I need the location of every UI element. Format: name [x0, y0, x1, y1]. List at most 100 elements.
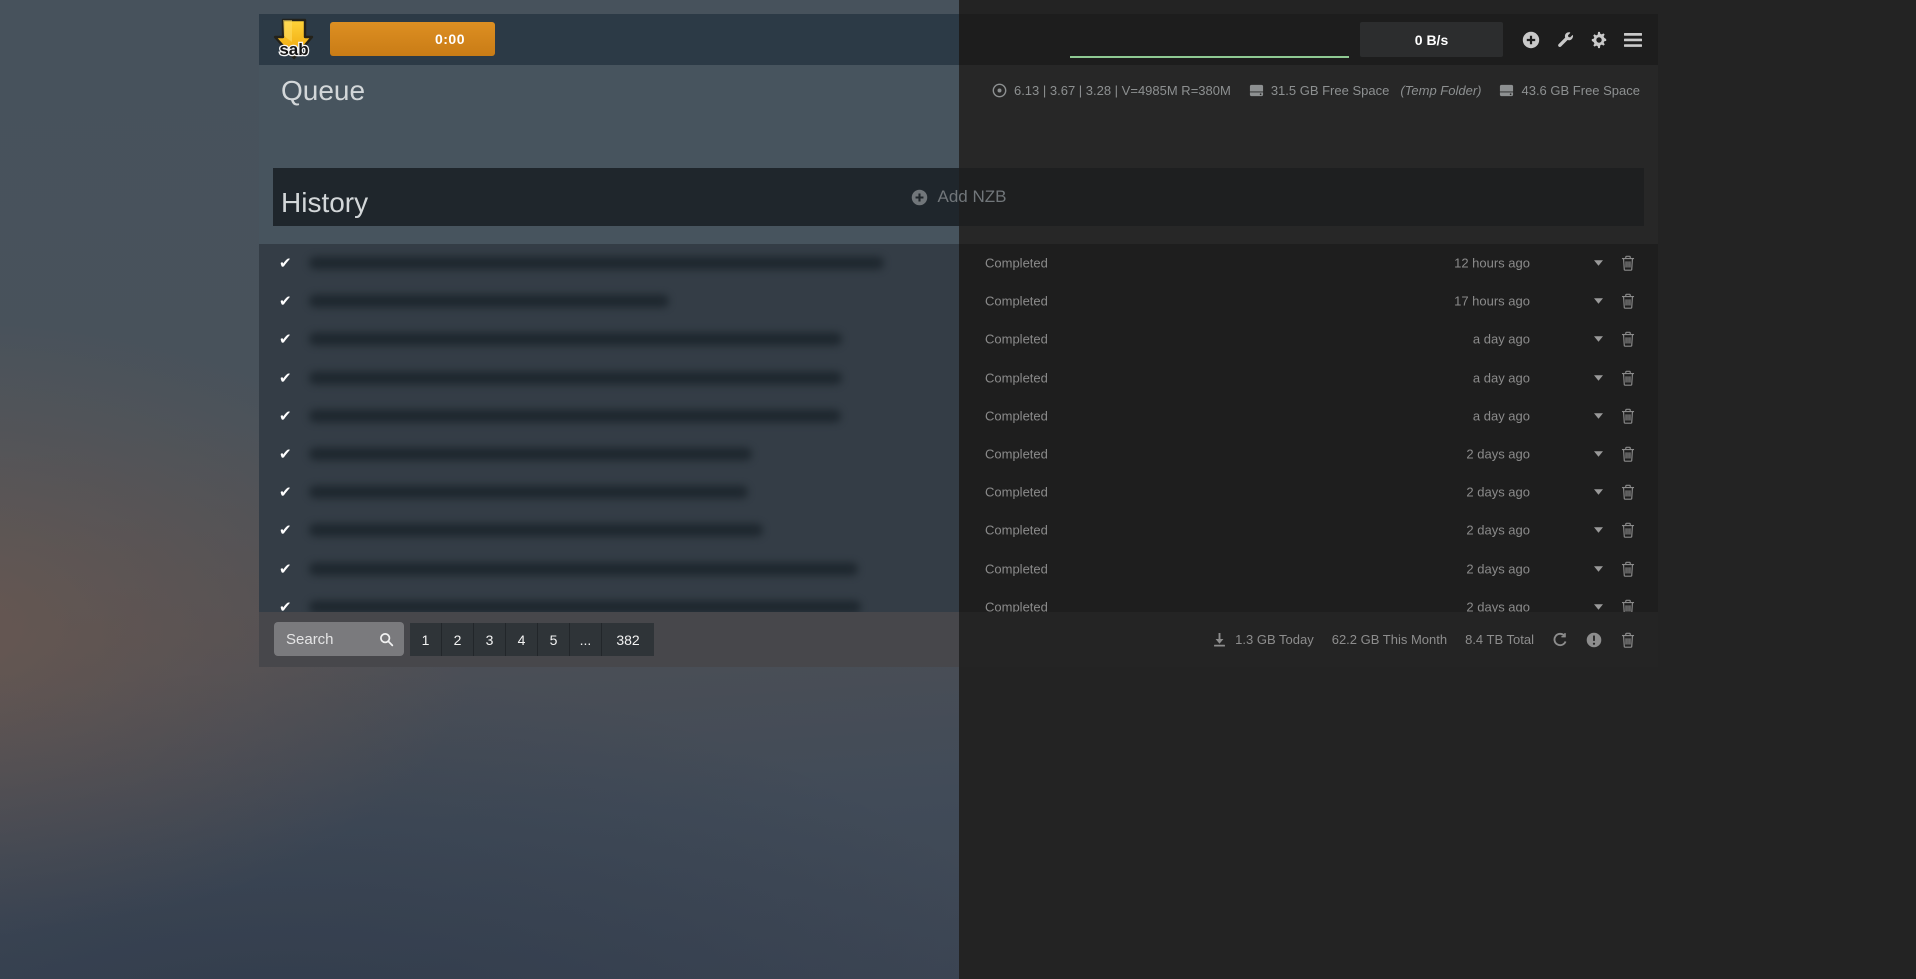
page-button-1[interactable]: 1: [410, 623, 442, 656]
history-status: Completed: [985, 561, 1048, 576]
temp-folder-stat: 31.5 GB Free Space (Temp Folder): [1249, 83, 1482, 98]
history-time: a day ago: [1473, 408, 1530, 423]
history-item-name-redacted[interactable]: [309, 371, 842, 384]
search-icon[interactable]: [379, 632, 394, 647]
navbar-actions: [1522, 14, 1642, 65]
queue-title: Queue: [281, 75, 365, 107]
load-target-icon: [992, 83, 1007, 98]
total-value: 8.4 TB Total: [1465, 632, 1534, 647]
row-expand-caret-icon[interactable]: [1594, 373, 1603, 382]
add-nzb-button[interactable]: Add NZB: [273, 168, 1644, 226]
pause-dropdown-button[interactable]: 0:00: [330, 22, 495, 56]
menu-icon[interactable]: [1624, 31, 1642, 49]
history-time: a day ago: [1473, 332, 1530, 347]
content-header: Queue 6.13 | 3.67 | 3.28 | V=4985M R=380…: [259, 65, 1658, 244]
history-row: ✔ Completed 17 hours ago: [259, 282, 1658, 320]
row-expand-caret-icon[interactable]: [1594, 564, 1603, 573]
row-expand-caret-icon[interactable]: [1594, 335, 1603, 344]
history-row: ✔ Completed 12 hours ago: [259, 244, 1658, 282]
history-item-name-redacted[interactable]: [309, 562, 858, 575]
row-delete-icon[interactable]: [1620, 331, 1636, 347]
purge-history-trash-icon[interactable]: [1620, 632, 1636, 648]
row-delete-icon[interactable]: [1620, 561, 1636, 577]
history-rows: ✔ Completed 12 hours ago ✔ Completed 17 …: [259, 244, 1658, 626]
history-item-name-redacted[interactable]: [309, 486, 748, 499]
check-icon: ✔: [279, 292, 292, 310]
gear-icon[interactable]: [1590, 31, 1608, 49]
row-expand-caret-icon[interactable]: [1594, 259, 1603, 268]
row-delete-icon[interactable]: [1620, 522, 1636, 538]
month-value: 62.2 GB This Month: [1332, 632, 1447, 647]
load-values: 6.13 | 3.67 | 3.28 | V=4985M R=380M: [1014, 83, 1231, 98]
search-input[interactable]: [274, 631, 379, 648]
history-item-name-redacted[interactable]: [309, 257, 884, 270]
row-expand-caret-icon[interactable]: [1594, 526, 1603, 535]
check-icon: ✔: [279, 483, 292, 501]
check-icon: ✔: [279, 407, 292, 425]
history-row: ✔ Completed a day ago: [259, 397, 1658, 435]
row-expand-caret-icon[interactable]: [1594, 488, 1603, 497]
row-delete-icon[interactable]: [1620, 484, 1636, 500]
pause-timer: 0:00: [435, 31, 465, 47]
page-button-382[interactable]: 382: [602, 623, 654, 656]
history-time: 2 days ago: [1466, 485, 1530, 500]
history-row: ✔ Completed 2 days ago: [259, 550, 1658, 588]
row-delete-icon[interactable]: [1620, 293, 1636, 309]
page-button-3[interactable]: 3: [474, 623, 506, 656]
logo-text: sab: [279, 40, 308, 59]
history-status: Completed: [985, 485, 1048, 500]
speed-value: 0 B/s: [1415, 32, 1448, 48]
disk-free-stat: 43.6 GB Free Space: [1499, 83, 1640, 98]
page-button-...[interactable]: ...: [570, 623, 602, 656]
alert-circle-icon[interactable]: [1586, 632, 1602, 648]
disk-icon: [1499, 83, 1514, 98]
history-time: 12 hours ago: [1454, 256, 1530, 271]
history-time: a day ago: [1473, 370, 1530, 385]
add-nzb-circle-icon[interactable]: [1522, 31, 1540, 49]
history-status: Completed: [985, 256, 1048, 271]
speed-dropdown[interactable]: 0 B/s: [1360, 22, 1503, 57]
download-icon: [1212, 632, 1227, 647]
history-status: Completed: [985, 447, 1048, 462]
row-delete-icon[interactable]: [1620, 255, 1636, 271]
history-item-name-redacted[interactable]: [309, 295, 669, 308]
page-button-2[interactable]: 2: [442, 623, 474, 656]
disk-icon: [1249, 83, 1264, 98]
history-row: ✔ Completed 2 days ago: [259, 435, 1658, 473]
history-item-name-redacted[interactable]: [309, 524, 763, 537]
disk-free-value: 43.6 GB Free Space: [1521, 83, 1640, 98]
row-expand-caret-icon[interactable]: [1594, 450, 1603, 459]
history-search-box: [274, 622, 404, 656]
history-status: Completed: [985, 370, 1048, 385]
sabnzbd-logo[interactable]: sab: [273, 18, 315, 62]
load-stat: 6.13 | 3.67 | 3.28 | V=4985M R=380M: [992, 83, 1231, 98]
history-item-name-redacted[interactable]: [309, 333, 842, 346]
history-row: ✔ Completed a day ago: [259, 359, 1658, 397]
history-item-name-redacted[interactable]: [309, 409, 841, 422]
check-icon: ✔: [279, 521, 292, 539]
wrench-icon[interactable]: [1556, 31, 1574, 49]
history-row: ✔ Completed 2 days ago: [259, 511, 1658, 549]
row-delete-icon[interactable]: [1620, 408, 1636, 424]
history-time: 2 days ago: [1466, 523, 1530, 538]
page-button-5[interactable]: 5: [538, 623, 570, 656]
row-expand-caret-icon[interactable]: [1594, 297, 1603, 306]
history-item-name-redacted[interactable]: [309, 448, 752, 461]
navbar: sab 0:00 0 B/s: [259, 14, 1658, 65]
history-status: Completed: [985, 294, 1048, 309]
page-button-4[interactable]: 4: [506, 623, 538, 656]
check-icon: ✔: [279, 254, 292, 272]
row-delete-icon[interactable]: [1620, 446, 1636, 462]
refresh-icon[interactable]: [1552, 632, 1568, 648]
navbar-url-input[interactable]: [1070, 30, 1349, 58]
add-nzb-label: Add NZB: [938, 187, 1007, 207]
history-time: 2 days ago: [1466, 561, 1530, 576]
sabnzbd-window: sab 0:00 0 B/s Queue 6.13 | 3.67 | 3.28 …: [259, 14, 1658, 667]
pagination: 12345...382: [410, 623, 654, 656]
row-expand-caret-icon[interactable]: [1594, 602, 1603, 611]
row-expand-caret-icon[interactable]: [1594, 411, 1603, 420]
row-delete-icon[interactable]: [1620, 370, 1636, 386]
history-status: Completed: [985, 408, 1048, 423]
check-icon: ✔: [279, 369, 292, 387]
history-status: Completed: [985, 523, 1048, 538]
